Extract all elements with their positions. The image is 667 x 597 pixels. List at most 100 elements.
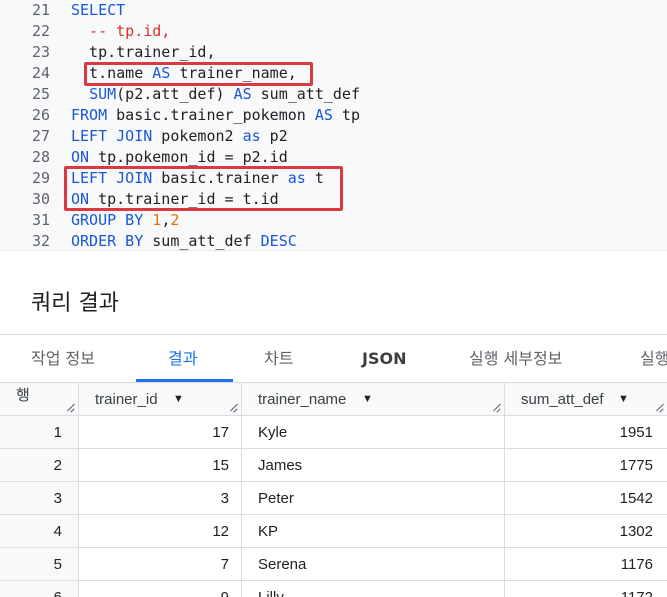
trainer-name-cell: KP <box>242 515 505 548</box>
sql-editor[interactable]: 21 SELECT 22 -- tp.id, 23 tp.trainer_id, 24 … <box>0 0 667 250</box>
column-header-label: sum_att_def <box>521 391 604 408</box>
code-token: p2 <box>260 127 288 145</box>
code-text: GROUP BY 1,2 <box>71 210 179 231</box>
trainer-name-cell: James <box>242 449 505 482</box>
line-number: 27 <box>31 127 50 145</box>
code-line: 21 SELECT <box>0 0 667 21</box>
sum-att-def-cell: 1176 <box>505 548 667 581</box>
sum-att-def-cell: 1542 <box>505 482 667 515</box>
code-token: as <box>242 127 261 145</box>
tab-4[interactable]: 실행 세부정보 <box>469 335 562 382</box>
highlight-box-trainer-name <box>84 62 313 86</box>
editor-results-divider[interactable] <box>0 250 667 271</box>
row-number-cell: 5 <box>0 548 79 581</box>
code-token: SELECT <box>71 1 126 19</box>
code-text: SELECT <box>71 0 125 21</box>
tab-0[interactable]: 작업 정보 <box>31 335 95 382</box>
sum-att-def-cell: 1302 <box>505 515 667 548</box>
line-number: 24 <box>31 64 50 82</box>
column-header-label: trainer_id <box>95 391 158 408</box>
arrow-down-icon[interactable]: ▼ <box>618 383 629 416</box>
code-token: AS <box>314 106 333 124</box>
column-header-1[interactable]: trainer_id ▼ <box>79 383 242 416</box>
trainer-name-cell: Peter <box>242 482 505 515</box>
highlight-box-join <box>64 166 343 211</box>
code-text: SUM(p2.att_def) AS sum_att_def <box>71 84 360 105</box>
code-line: 26 FROM basic.trainer_pokemon AS tp <box>0 105 667 126</box>
code-token: ON <box>71 148 90 166</box>
trainer-name-cell: Kyle <box>242 416 505 449</box>
results-title: 쿼리 결과 <box>31 291 119 316</box>
row-number-cell: 1 <box>0 416 79 449</box>
column-resize-handle-icon[interactable] <box>66 404 74 412</box>
trainer-id-cell: 9 <box>79 581 242 597</box>
code-token: DESC <box>260 232 297 250</box>
tab-5[interactable]: 실행 <box>640 335 667 382</box>
code-text: ON tp.pokemon_id = p2.id <box>71 147 288 168</box>
line-number: 31 <box>31 211 50 229</box>
arrow-down-icon[interactable]: ▼ <box>173 383 184 416</box>
code-text: FROM basic.trainer_pokemon AS tp <box>71 105 360 126</box>
line-number: 26 <box>31 106 50 124</box>
column-header-0[interactable]: 행 <box>0 383 79 416</box>
code-token: sum_att_def <box>143 232 261 250</box>
code-line: 22 -- tp.id, <box>0 21 667 42</box>
line-number: 25 <box>31 85 50 103</box>
code-text: -- tp.id, <box>71 21 170 42</box>
code-token: basic.trainer_pokemon <box>107 106 315 124</box>
table-row: 1 17 Kyle 1951 <box>0 416 667 449</box>
code-token: 1 <box>152 211 162 229</box>
column-resize-handle-icon[interactable] <box>229 404 237 412</box>
trainer-name-cell: Serena <box>242 548 505 581</box>
code-line: 23 tp.trainer_id, <box>0 42 667 63</box>
column-resize-handle-icon[interactable] <box>655 404 663 412</box>
trainer-id-cell: 15 <box>79 449 242 482</box>
code-token: pokemon2 <box>152 127 243 145</box>
code-token: tp.pokemon_id = p2.id <box>89 148 288 166</box>
table-row: 3 3 Peter 1542 <box>0 482 667 515</box>
line-number: 22 <box>31 22 50 40</box>
column-header-3[interactable]: sum_att_def ▼ <box>505 383 667 416</box>
line-number: 23 <box>31 43 50 61</box>
tab-1[interactable]: 결과 <box>168 335 197 382</box>
code-token: tp <box>332 106 360 124</box>
code-token: -- tp.id, <box>71 22 171 40</box>
table-row: 69Lilly1172 <box>0 581 667 597</box>
sum-att-def-cell: 1775 <box>505 449 667 482</box>
code-token: tp.trainer_id, <box>71 43 216 61</box>
code-line: 28 ON tp.pokemon_id = p2.id <box>0 147 667 168</box>
row-number-cell: 3 <box>0 482 79 515</box>
line-number: 28 <box>31 148 50 166</box>
code-token: 2 <box>170 211 180 229</box>
line-number: 32 <box>31 232 50 250</box>
code-text: LEFT JOIN pokemon2 as p2 <box>71 126 288 147</box>
results-separator <box>0 334 667 335</box>
tab-3[interactable]: JSON <box>362 335 406 382</box>
code-token: (p2.att_def) <box>116 85 234 103</box>
arrow-down-icon[interactable]: ▼ <box>362 383 373 416</box>
code-line: 32 ORDER BY sum_att_def DESC <box>0 231 667 252</box>
column-header-label: trainer_name <box>258 391 347 408</box>
line-number: 29 <box>31 169 50 187</box>
column-resize-handle-icon[interactable] <box>492 404 500 412</box>
row-number-cell: 4 <box>0 515 79 548</box>
trainer-id-cell: 12 <box>79 515 242 548</box>
column-header-2[interactable]: trainer_name ▼ <box>242 383 505 416</box>
tab-2[interactable]: 차트 <box>264 335 293 382</box>
code-token: sum_att_def <box>251 85 360 103</box>
results-table: 행 trainer_id ▼ trainer_name ▼ sum_att_def ▼ 11… <box>0 383 667 597</box>
line-number: 21 <box>31 1 50 19</box>
row-number-cell: 2 <box>0 449 79 482</box>
row-number-cell: 6 <box>0 581 79 597</box>
trainer-id-cell: 3 <box>79 482 242 515</box>
code-token: FROM <box>71 106 108 124</box>
trainer-id-cell: 17 <box>79 416 242 449</box>
code-token: LEFT JOIN <box>71 127 153 145</box>
table-row: 4 12 KP 1302 <box>0 515 667 548</box>
code-token: AS <box>233 85 252 103</box>
table-row: 5 7 Serena 1176 <box>0 548 667 581</box>
code-line: 27 LEFT JOIN pokemon2 as p2 <box>0 126 667 147</box>
sum-att-def-cell: 1172 <box>505 581 667 597</box>
